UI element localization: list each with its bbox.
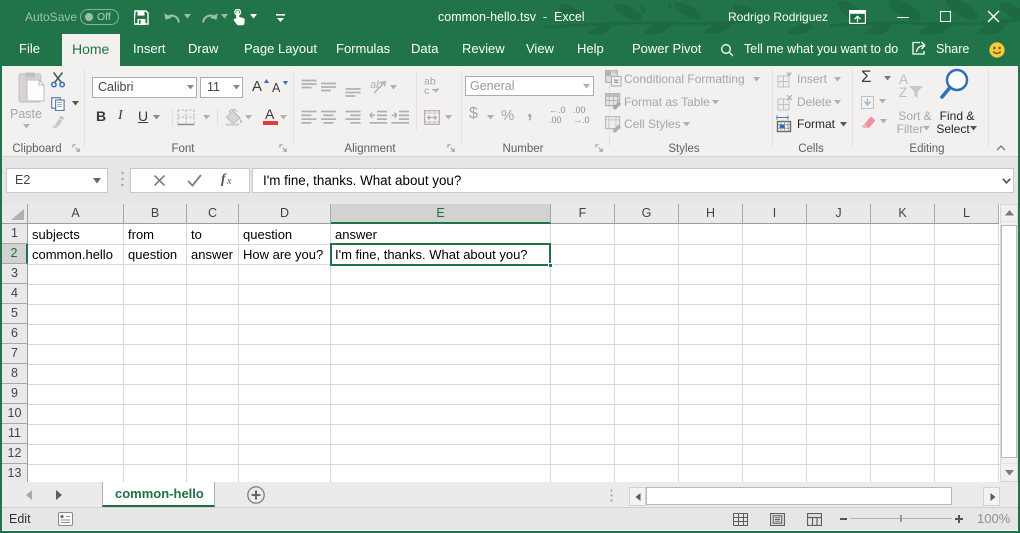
svg-text:c: c — [424, 85, 429, 95]
svg-text:Z: Z — [899, 85, 907, 100]
svg-text:ab: ab — [370, 79, 382, 91]
